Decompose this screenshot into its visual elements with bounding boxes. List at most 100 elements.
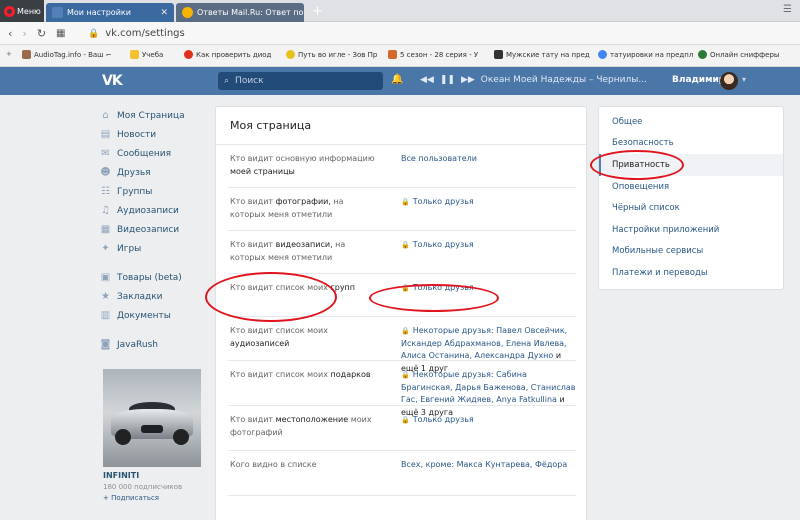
address-field[interactable]: 🔒 vk.com/settings (88, 25, 792, 42)
now-playing[interactable]: Океан Моей Надежды – Чернилы... (481, 75, 647, 85)
privacy-row: Кто видит список моих подарков 🔒 Некоторые… (228, 361, 576, 417)
add-bookmark-icon[interactable]: + (6, 50, 12, 58)
settings-menu-item[interactable]: Приватность (599, 154, 783, 176)
browser-menu-label: Меню (17, 6, 41, 16)
back-icon[interactable]: ‹ (8, 27, 12, 40)
privacy-row: Кто видит фотографии, на которых меня от… (228, 188, 576, 231)
privacy-label: Кого видно в списке (230, 460, 317, 469)
settings-menu-item[interactable]: Безопасность (599, 133, 783, 155)
new-tab-button[interactable]: + (312, 4, 323, 19)
close-tab-icon[interactable]: ✕ (160, 8, 168, 18)
sidebar-item-games[interactable]: ✦ Игры (100, 239, 210, 258)
bookmark-item[interactable]: татуировки на предпл (598, 50, 693, 59)
settings-menu-item[interactable]: Мобильные сервисы (599, 241, 783, 263)
mail-favicon-icon (182, 7, 193, 18)
settings-menu-item[interactable]: Настройки приложений (599, 219, 783, 241)
ad-title[interactable]: INFINITI (103, 471, 139, 480)
notifications-icon[interactable]: 🔔 (391, 74, 403, 85)
search-input[interactable]: ⌕ Поиск (218, 72, 383, 90)
audio-player: ◀◀ ❚❚ ▶▶ Океан Моей Надежды – Чернилы... (420, 75, 647, 85)
bookmark-item[interactable]: Мужские тату на пред (494, 50, 590, 59)
browser-menu-button[interactable]: Меню (0, 0, 44, 22)
sidebar-item-label: Игры (117, 243, 142, 254)
sidebar-item-label: Документы (117, 310, 171, 321)
privacy-row: Кто видит видеозаписи, на которых меня о… (228, 231, 576, 274)
lock-icon: 🔒 (401, 241, 410, 249)
pause-icon[interactable]: ❚❚ (440, 75, 455, 85)
bookmark-item[interactable]: Путь во игле - Зов Пр (286, 50, 377, 59)
settings-menu-item[interactable]: Платежи и переводы (599, 262, 783, 284)
vk-logo[interactable]: VK (102, 73, 123, 89)
bookmark-item[interactable]: AudioTag.info - Ваш ⌐ (22, 50, 112, 59)
avatar[interactable] (720, 72, 738, 90)
bookmark-favicon-icon (388, 50, 397, 59)
privacy-row: Кто видит список моих групп 🔒 Только друзь… (228, 274, 576, 317)
privacy-value-dropdown[interactable]: 🔒 Только друзья (401, 414, 579, 427)
tab-mail-answers[interactable]: Ответы Mail.Ru: Ответ по... ✕ (176, 3, 304, 22)
sidebar-item-messages[interactable]: ✉ Сообщения (100, 144, 210, 163)
ad-image[interactable] (103, 369, 201, 467)
sidebar-item-goods[interactable]: ▣ Товары (beta) (100, 268, 210, 287)
section-title: Моя страница (216, 107, 586, 145)
bookmark-item[interactable]: Как проверить диод (184, 50, 271, 59)
next-track-icon[interactable]: ▶▶ (461, 75, 475, 85)
audio-icon: ♫ (101, 205, 110, 216)
privacy-value-dropdown[interactable]: Все пользователи (401, 153, 579, 166)
privacy-value-dropdown[interactable]: 🔒 Только друзья (401, 239, 579, 252)
news-icon: ▤ (100, 129, 111, 140)
folder-icon (130, 50, 139, 59)
sidebar-item-video[interactable]: ▦ Видеозаписи (100, 220, 210, 239)
left-menu: ⌂ Моя Страница ▤ Новости ✉ Сообщения ☻ Друзья ☷ Г… (100, 106, 210, 354)
messages-icon: ✉ (101, 148, 110, 159)
app-icon: ◙ (100, 339, 111, 350)
documents-icon: ▥ (100, 310, 111, 321)
lock-icon: 🔒 (401, 371, 410, 379)
sidebar-item-home[interactable]: ⌂ Моя Страница (100, 106, 210, 125)
subscribe-link[interactable]: + Подписаться (103, 494, 159, 502)
privacy-value-dropdown[interactable]: Всех, кроме: Макса Кунтарева, Фёдора (401, 459, 579, 472)
sidebar-item-documents[interactable]: ▥ Документы (100, 306, 210, 325)
privacy-row: Кто видит список моих аудиозаписей 🔒 Некот… (228, 317, 576, 373)
bookmark-item[interactable]: Учеба (130, 50, 163, 59)
tab-settings[interactable]: Мои настройки ✕ (46, 3, 174, 22)
home-icon: ⌂ (102, 110, 109, 121)
grid-icon[interactable]: ▦ (56, 28, 65, 39)
privacy-row: Кто видит местоположение моих фотографий… (228, 406, 576, 451)
settings-menu-item[interactable]: Чёрный список (599, 197, 783, 219)
sidebar-item-friends[interactable]: ☻ Друзья (100, 163, 210, 182)
privacy-value-dropdown[interactable]: 🔒 Только друзья (401, 282, 579, 295)
chevron-down-icon[interactable]: ▾ (742, 75, 746, 84)
vk-header: VK ⌕ Поиск 🔔 ◀◀ ❚❚ ▶▶ Океан Моей Надежды… (0, 67, 800, 95)
privacy-label: Кто видит видеозаписи, на которых меня о… (230, 240, 346, 262)
search-placeholder: Поиск (235, 76, 264, 86)
globe-icon (698, 50, 707, 59)
tab-label: Ответы Mail.Ru: Ответ по... (197, 8, 304, 17)
video-icon: ▦ (100, 224, 111, 235)
sidebar-item-news[interactable]: ▤ Новости (100, 125, 210, 144)
bookmarks-bar: + AudioTag.info - Ваш ⌐ Учеба Как провер… (0, 45, 800, 67)
lock-icon: 🔒 (88, 28, 100, 39)
forward-icon[interactable]: › (22, 27, 26, 40)
lock-icon: 🔒 (401, 284, 410, 292)
bookmark-item[interactable]: Онлайн снифферы (698, 50, 779, 59)
privacy-settings-card: Моя страница Кто видит основную информац… (215, 106, 587, 520)
reload-icon[interactable]: ↻ (37, 27, 46, 40)
sidebar-item-bookmarks[interactable]: ★ Закладки (100, 287, 210, 306)
privacy-label: Кто видит местоположение моих фотографий (230, 415, 372, 437)
sidebar-item-app[interactable]: ◙ JavaRush (100, 335, 210, 354)
search-icon: ⌕ (224, 76, 230, 86)
bookmark-item[interactable]: 5 сезон - 28 серия - У (388, 50, 478, 59)
sidebar-item-label: Новости (117, 129, 157, 140)
settings-menu-item[interactable]: Оповещения (599, 176, 783, 198)
prev-track-icon[interactable]: ◀◀ (420, 75, 434, 85)
browser-tab-bar: Меню Мои настройки ✕ Ответы Mail.Ru: Отв… (0, 0, 800, 22)
tab-menu-icon[interactable]: ☰ (783, 4, 792, 15)
sidebar-item-audio[interactable]: ♫ Аудиозаписи (100, 201, 210, 220)
privacy-label: Кто видит список моих подарков (230, 370, 371, 379)
user-name[interactable]: Владимир (672, 75, 725, 85)
sidebar-item-groups[interactable]: ☷ Группы (100, 182, 210, 201)
settings-menu-item[interactable]: Общее (599, 111, 783, 133)
privacy-value-dropdown[interactable]: 🔒 Только друзья (401, 196, 579, 209)
sidebar-item-label: JavaRush (117, 339, 158, 350)
lock-icon: 🔒 (401, 327, 410, 335)
